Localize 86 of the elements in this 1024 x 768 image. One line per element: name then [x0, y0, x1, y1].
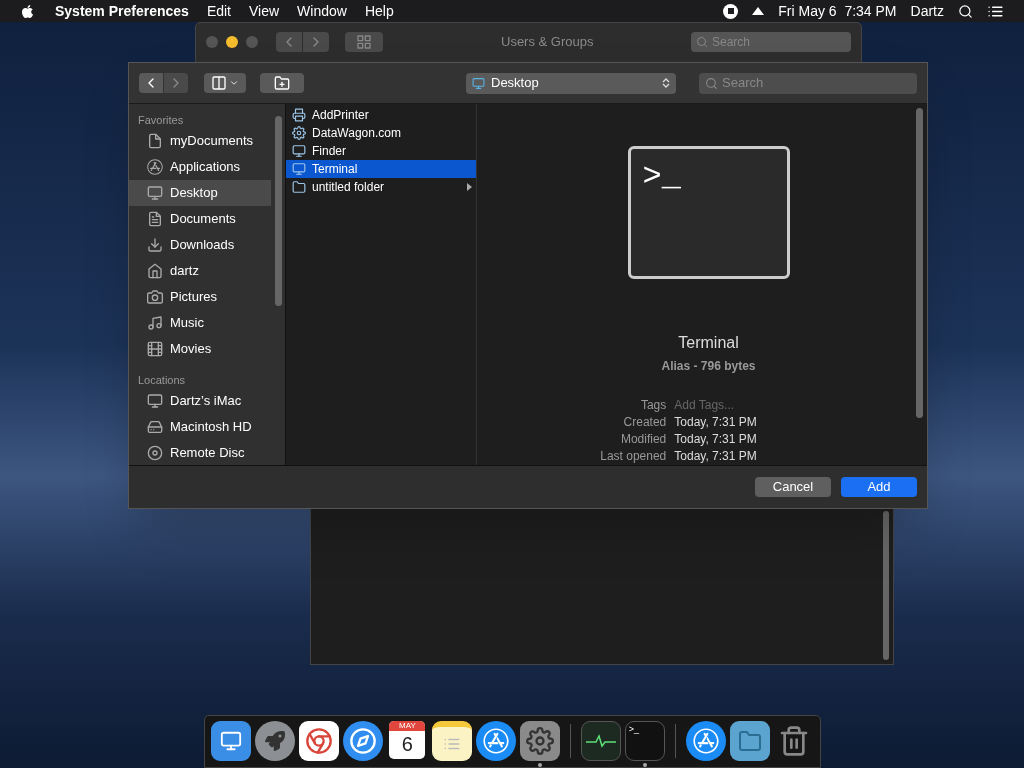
info-label: Created	[622, 414, 667, 431]
sidebar-item[interactable]: Remote Disc	[129, 440, 271, 466]
notes-icon[interactable]	[431, 721, 472, 761]
sidebar-item[interactable]: myDocuments	[129, 128, 271, 154]
info-label: Last opened	[600, 448, 667, 465]
calendar-month: MAY	[389, 721, 426, 731]
rocket-icon[interactable]	[255, 721, 296, 761]
sidebar-item[interactable]: Documents	[129, 206, 271, 232]
gear-icon[interactable]	[519, 721, 560, 761]
sidebar-item[interactable]: Downloads	[129, 232, 271, 258]
menu-item[interactable]: View	[249, 0, 280, 22]
menu-item[interactable]: Help	[364, 0, 394, 22]
download-icon	[147, 237, 163, 253]
desktop-folder-icon	[472, 76, 485, 90]
calendar-day: 6	[401, 731, 413, 757]
activity-monitor-icon[interactable]	[580, 721, 621, 761]
back-button[interactable]	[139, 73, 163, 93]
view-mode-button[interactable]	[204, 73, 246, 93]
user-menu[interactable]: Dartz	[910, 0, 944, 22]
printer-icon	[292, 108, 306, 122]
app-store-icon[interactable]	[475, 721, 516, 761]
document-icon	[147, 133, 163, 149]
search-icon	[705, 76, 718, 90]
app-store-icon[interactable]	[685, 721, 726, 761]
scrollbar-thumb[interactable]	[274, 116, 282, 306]
sidebar-heading: Locations	[137, 373, 187, 388]
chevron-down-icon	[229, 78, 239, 88]
new-folder-button[interactable]	[260, 73, 304, 93]
film-icon	[147, 341, 163, 357]
folder-icon	[292, 180, 306, 194]
sidebar-item[interactable]: Pictures	[129, 284, 271, 310]
window-title: Users & Groups	[501, 33, 594, 52]
music-note-icon	[147, 315, 163, 331]
compass-icon[interactable]	[343, 721, 384, 761]
browser-icon[interactable]	[299, 721, 340, 761]
hard-drive-icon	[147, 419, 163, 435]
search-icon[interactable]	[958, 3, 973, 19]
sidebar-item[interactable]: Dartz’s iMac	[129, 388, 271, 414]
show-all-button[interactable]	[345, 32, 383, 52]
columns-icon	[211, 75, 227, 91]
grid-icon	[356, 34, 372, 50]
info-value: Today, 7:31 PM	[674, 414, 757, 431]
calendar-icon[interactable]: MAY 6	[389, 721, 426, 759]
file-row[interactable]: DataWagon.com	[286, 124, 476, 142]
folder-plus-icon	[274, 75, 290, 91]
info-value: Today, 7:31 PM	[674, 431, 757, 448]
file-name: Terminal	[678, 333, 739, 353]
file-row[interactable]: Finder	[286, 142, 476, 160]
minimize-button[interactable]	[226, 36, 238, 48]
file-row[interactable]: Terminal	[286, 160, 476, 178]
scrollbar-thumb[interactable]	[883, 511, 889, 660]
sidebar-item[interactable]: Applications	[129, 154, 271, 180]
monitor-icon	[147, 393, 163, 409]
menu-item[interactable]: Window	[297, 0, 347, 22]
app-menu[interactable]: System Preferences	[55, 0, 189, 22]
sidebar-item[interactable]: Movies	[129, 336, 271, 362]
folder-icon[interactable]	[729, 721, 770, 761]
info-label: Tags	[639, 397, 667, 414]
app-store-icon	[147, 159, 163, 175]
sidebar-item[interactable]: Music	[129, 310, 271, 336]
search-icon	[696, 36, 708, 48]
info-value: Today, 7:31 PM	[674, 448, 757, 465]
menu-item[interactable]: Edit	[206, 0, 231, 22]
file-row[interactable]: AddPrinter	[286, 106, 476, 124]
terminal-icon[interactable]: >_	[624, 721, 665, 761]
location-popup[interactable]: Desktop	[466, 72, 676, 94]
sidebar-item[interactable]: dartz	[129, 258, 271, 284]
sidebar-heading: Favorites	[137, 113, 185, 128]
monitor-icon	[147, 185, 163, 201]
gear-icon	[292, 126, 306, 140]
home-icon	[147, 263, 163, 279]
default-button[interactable]: Add	[841, 477, 917, 497]
stop-record-icon[interactable]	[723, 3, 739, 19]
terminal-prompt: >_	[642, 158, 681, 195]
menu-clock[interactable]: Fri May 6 7:34 PM	[778, 0, 897, 22]
scrollbar-thumb[interactable]	[916, 108, 923, 418]
sidebar-item[interactable]: Macintosh HD	[129, 414, 271, 440]
documents-icon	[147, 211, 163, 227]
apple-logo-icon[interactable]	[20, 3, 35, 19]
updown-arrows-icon	[662, 77, 670, 89]
camera-icon	[147, 289, 163, 305]
dialog-button[interactable]: Cancel	[755, 477, 831, 497]
sidebar-item[interactable]: Desktop	[129, 180, 271, 206]
info-label: Modified	[619, 431, 667, 448]
disc-icon	[147, 445, 163, 461]
file-kind-size: Alias - 796 bytes	[661, 358, 756, 375]
